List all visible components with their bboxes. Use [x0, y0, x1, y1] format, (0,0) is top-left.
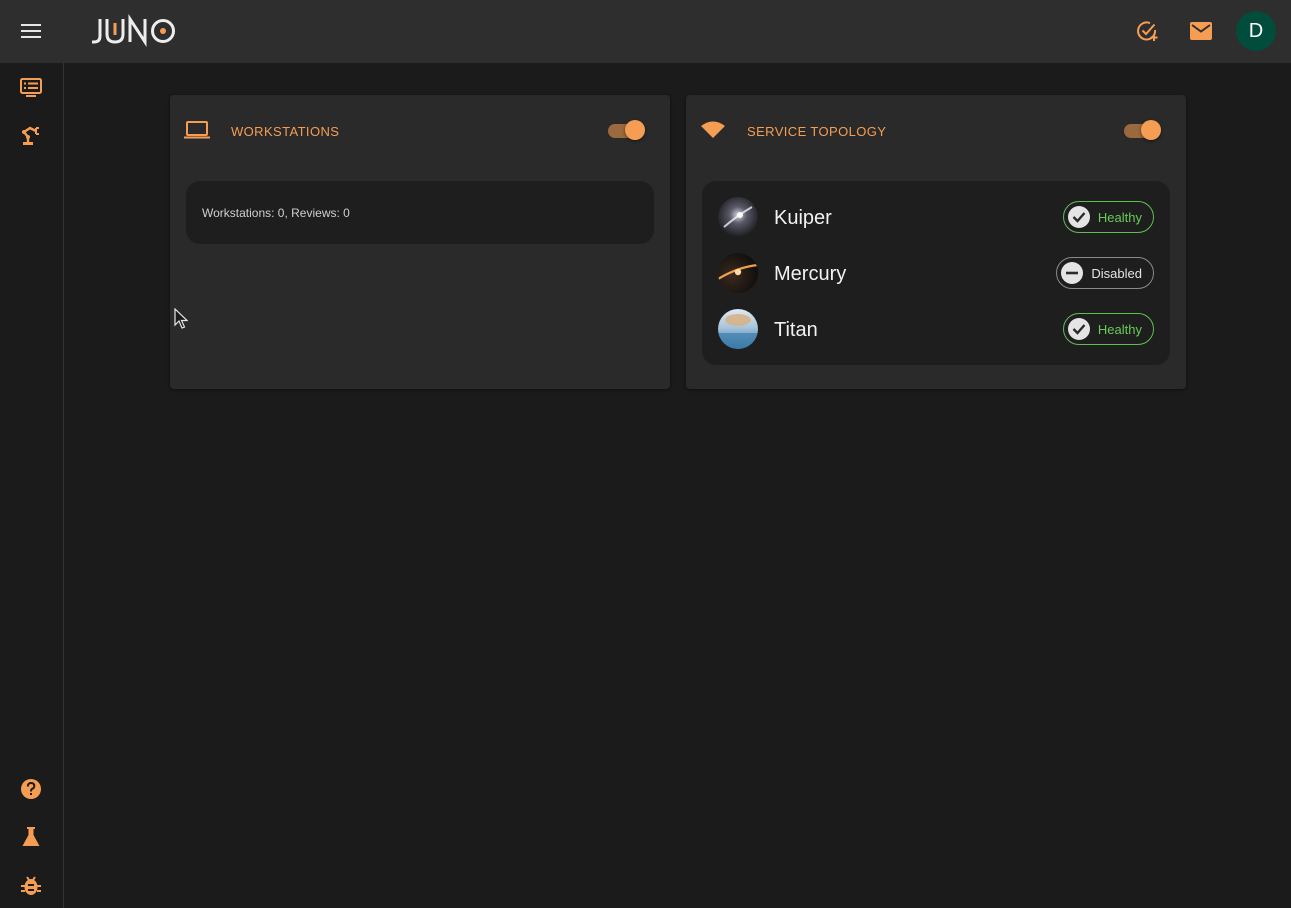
service-topology-toggle[interactable]	[1124, 119, 1162, 141]
flask-icon[interactable]	[14, 820, 48, 854]
help-icon[interactable]	[14, 772, 48, 806]
card-header: SERVICE TOPOLOGY	[686, 95, 1186, 165]
toggle-thumb	[625, 120, 645, 140]
service-name: Kuiper	[774, 207, 832, 229]
workstations-summary: Workstations: 0, Reviews: 0	[202, 206, 350, 220]
service-row-mercury[interactable]: Mercury Disabled	[718, 253, 1154, 293]
check-circle-icon	[1067, 206, 1090, 228]
titan-avatar	[718, 309, 758, 349]
toggle-thumb	[1141, 120, 1161, 140]
workstations-toggle[interactable]	[608, 119, 646, 141]
menu-icon[interactable]	[14, 14, 48, 48]
workstations-card: WORKSTATIONS Workstations: 0, Reviews: 0	[170, 95, 670, 389]
wifi-icon	[700, 117, 726, 143]
mercury-avatar	[718, 253, 758, 293]
service-row-titan[interactable]: Titan Healthy	[718, 309, 1154, 349]
bug-icon[interactable]	[14, 868, 48, 902]
card-title: SERVICE TOPOLOGY	[747, 124, 887, 139]
sidebar	[0, 63, 64, 908]
check-circle-icon	[1067, 318, 1090, 340]
kuiper-avatar	[718, 197, 758, 237]
app-bar: D	[0, 0, 1291, 63]
mouse-pointer-icon	[174, 307, 189, 335]
status-label: Healthy	[1097, 209, 1142, 225]
user-avatar[interactable]: D	[1236, 11, 1276, 51]
card-title: WORKSTATIONS	[231, 124, 340, 139]
card-header: WORKSTATIONS	[170, 95, 670, 165]
workstations-summary-box: Workstations: 0, Reviews: 0	[186, 181, 654, 244]
robot-arm-icon[interactable]	[14, 119, 48, 153]
service-name: Titan	[774, 319, 818, 341]
juno-logo[interactable]	[90, 13, 180, 48]
task-add-icon[interactable]	[1130, 14, 1164, 48]
service-name: Mercury	[774, 263, 847, 285]
list-icon[interactable]	[14, 71, 48, 105]
status-badge: Healthy	[1062, 201, 1154, 233]
status-label: Disabled	[1091, 265, 1142, 281]
minus-circle-icon	[1061, 262, 1084, 284]
service-row-kuiper[interactable]: Kuiper Healthy	[718, 197, 1154, 237]
status-badge: Healthy	[1062, 313, 1154, 345]
status-badge: Disabled	[1056, 257, 1154, 289]
service-list: Kuiper Healthy Mercury Disabled Titan He…	[702, 181, 1170, 365]
mail-icon[interactable]	[1184, 14, 1218, 48]
laptop-icon	[184, 117, 210, 143]
service-topology-card: SERVICE TOPOLOGY Kuiper Healthy Mercury …	[686, 95, 1186, 389]
status-label: Healthy	[1097, 321, 1142, 337]
